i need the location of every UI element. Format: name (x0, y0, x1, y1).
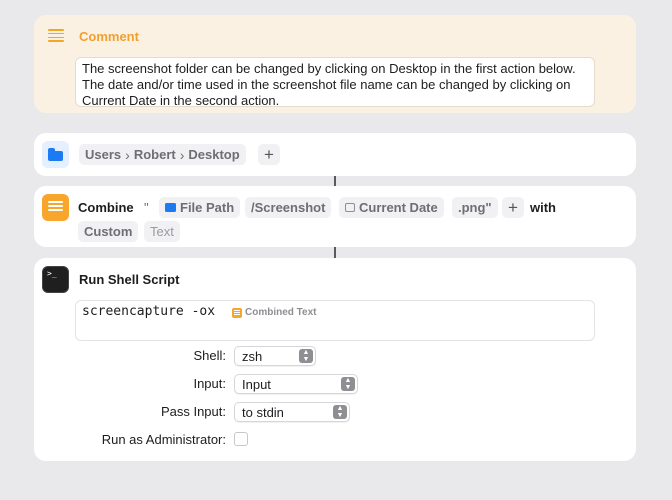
folder-path-chip[interactable]: Users › Robert › Desktop (79, 144, 246, 165)
extension-text-chip[interactable]: .png" (452, 197, 498, 218)
add-folder-button[interactable]: + (258, 144, 280, 165)
up-down-chevron-icon: ▲ ▼ (299, 349, 313, 363)
add-item-button[interactable]: + (502, 197, 524, 218)
up-down-chevron-icon: ▲ ▼ (341, 377, 355, 391)
admin-label: Run as Administrator: (101, 432, 226, 447)
comment-action-card[interactable]: Comment The screenshot folder can be cha… (34, 15, 636, 113)
shell-popup[interactable]: zsh ▲ ▼ (234, 346, 316, 366)
current-date-variable[interactable]: Current Date (339, 197, 444, 218)
script-editor[interactable]: screencapture -ox Combined Text (75, 300, 595, 341)
chevron-right-icon: › (125, 146, 130, 163)
combined-text-label: Combined Text (245, 307, 317, 318)
action-connector (334, 176, 336, 186)
pass-input-value: to stdin (242, 404, 284, 420)
terminal-icon: >_ (42, 266, 69, 293)
path-segment-robert: Robert (133, 147, 176, 162)
with-label: with (530, 200, 556, 215)
combine-action-card[interactable]: Combine " File Path /Screenshot Current … (34, 186, 636, 247)
action-connector (334, 247, 336, 258)
combine-text-icon (232, 307, 242, 318)
folder-icon (42, 141, 69, 168)
combine-label: Combine (78, 200, 134, 215)
screenshot-text-chip[interactable]: /Screenshot (245, 197, 332, 218)
shell-action-title: Run Shell Script (79, 272, 180, 287)
pass-input-popup[interactable]: to stdin ▲ ▼ (234, 402, 350, 422)
custom-separator-field[interactable]: Text (144, 221, 180, 242)
comment-lines-icon (48, 29, 64, 43)
chevron-right-icon: › (179, 146, 185, 163)
folder-action-card[interactable]: Users › Robert › Desktop + (34, 133, 636, 176)
folder-icon (165, 203, 176, 212)
pass-input-label: Pass Input: (160, 404, 226, 419)
shell-value: zsh (242, 348, 263, 364)
script-code: screencapture -ox (82, 304, 216, 319)
open-quote: " (144, 200, 149, 215)
calendar-icon (345, 203, 355, 212)
shell-label: Shell: (193, 348, 226, 363)
input-label: Input: (193, 376, 226, 391)
file-path-variable[interactable]: File Path (159, 197, 241, 218)
combined-text-variable[interactable]: Combined Text (229, 305, 319, 320)
path-segment-desktop[interactable]: Desktop (188, 147, 239, 162)
current-date-label: Current Date (359, 200, 438, 215)
file-path-label: File Path (180, 200, 235, 215)
shell-script-action-card[interactable]: >_ Run Shell Script screencapture -ox Co… (34, 258, 636, 461)
up-down-chevron-icon: ▲ ▼ (333, 405, 347, 419)
separator-choice-button[interactable]: Custom (78, 221, 139, 242)
input-value: Input (242, 376, 271, 392)
comment-title: Comment (79, 29, 139, 44)
run-as-admin-checkbox[interactable] (234, 432, 248, 446)
comment-text-field[interactable]: The screenshot folder can be changed by … (75, 57, 595, 108)
path-segment-users: Users (85, 147, 122, 162)
input-popup[interactable]: Input ▲ ▼ (234, 374, 358, 394)
combine-text-icon (42, 194, 69, 221)
